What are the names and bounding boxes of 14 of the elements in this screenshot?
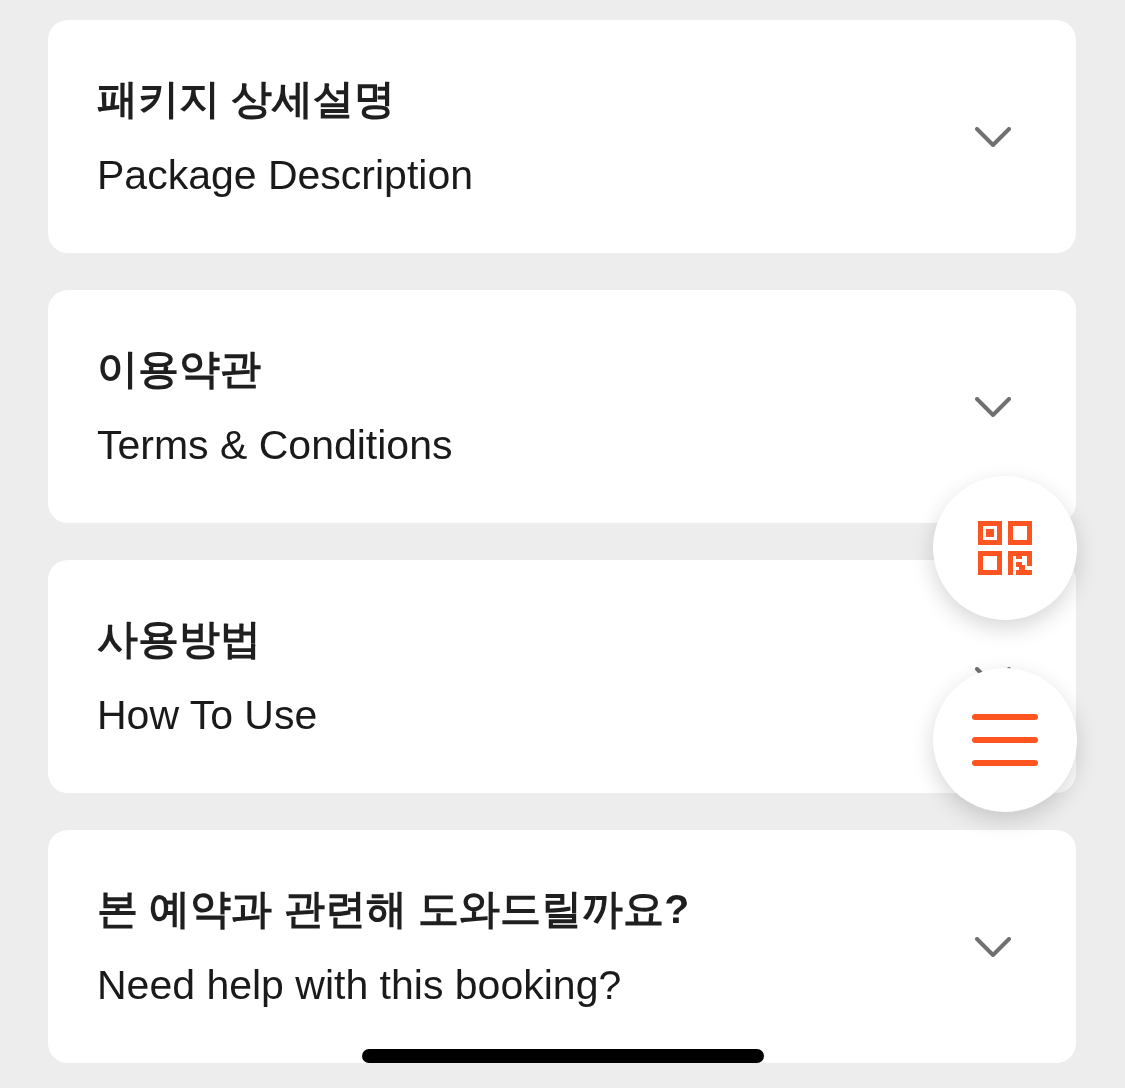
section-title: 패키지 상세설명 [97, 74, 397, 123]
accordion-card[interactable]: 본 예약과 관련해 도와드릴까요? Need help with this booking? [48, 830, 1076, 1063]
section-subtitle: Need help with this booking? [97, 960, 623, 1009]
accordion-card[interactable]: 사용방법 How To Use [48, 560, 1076, 793]
accordion-card[interactable]: 이용약관 Terms & Conditions [48, 290, 1076, 523]
section-title: 사용방법 [97, 614, 262, 663]
section-subtitle: How To Use [97, 690, 318, 739]
section-title: 본 예약과 관련해 도와드릴까요? [97, 884, 690, 933]
menu-icon [972, 714, 1038, 766]
qr-code-icon [978, 521, 1032, 575]
section-title: 이용약관 [97, 344, 262, 393]
accordion-card[interactable]: 패키지 상세설명 Package Description [48, 20, 1076, 253]
section-subtitle: Terms & Conditions [97, 420, 453, 469]
section-subtitle: Package Description [97, 150, 474, 199]
